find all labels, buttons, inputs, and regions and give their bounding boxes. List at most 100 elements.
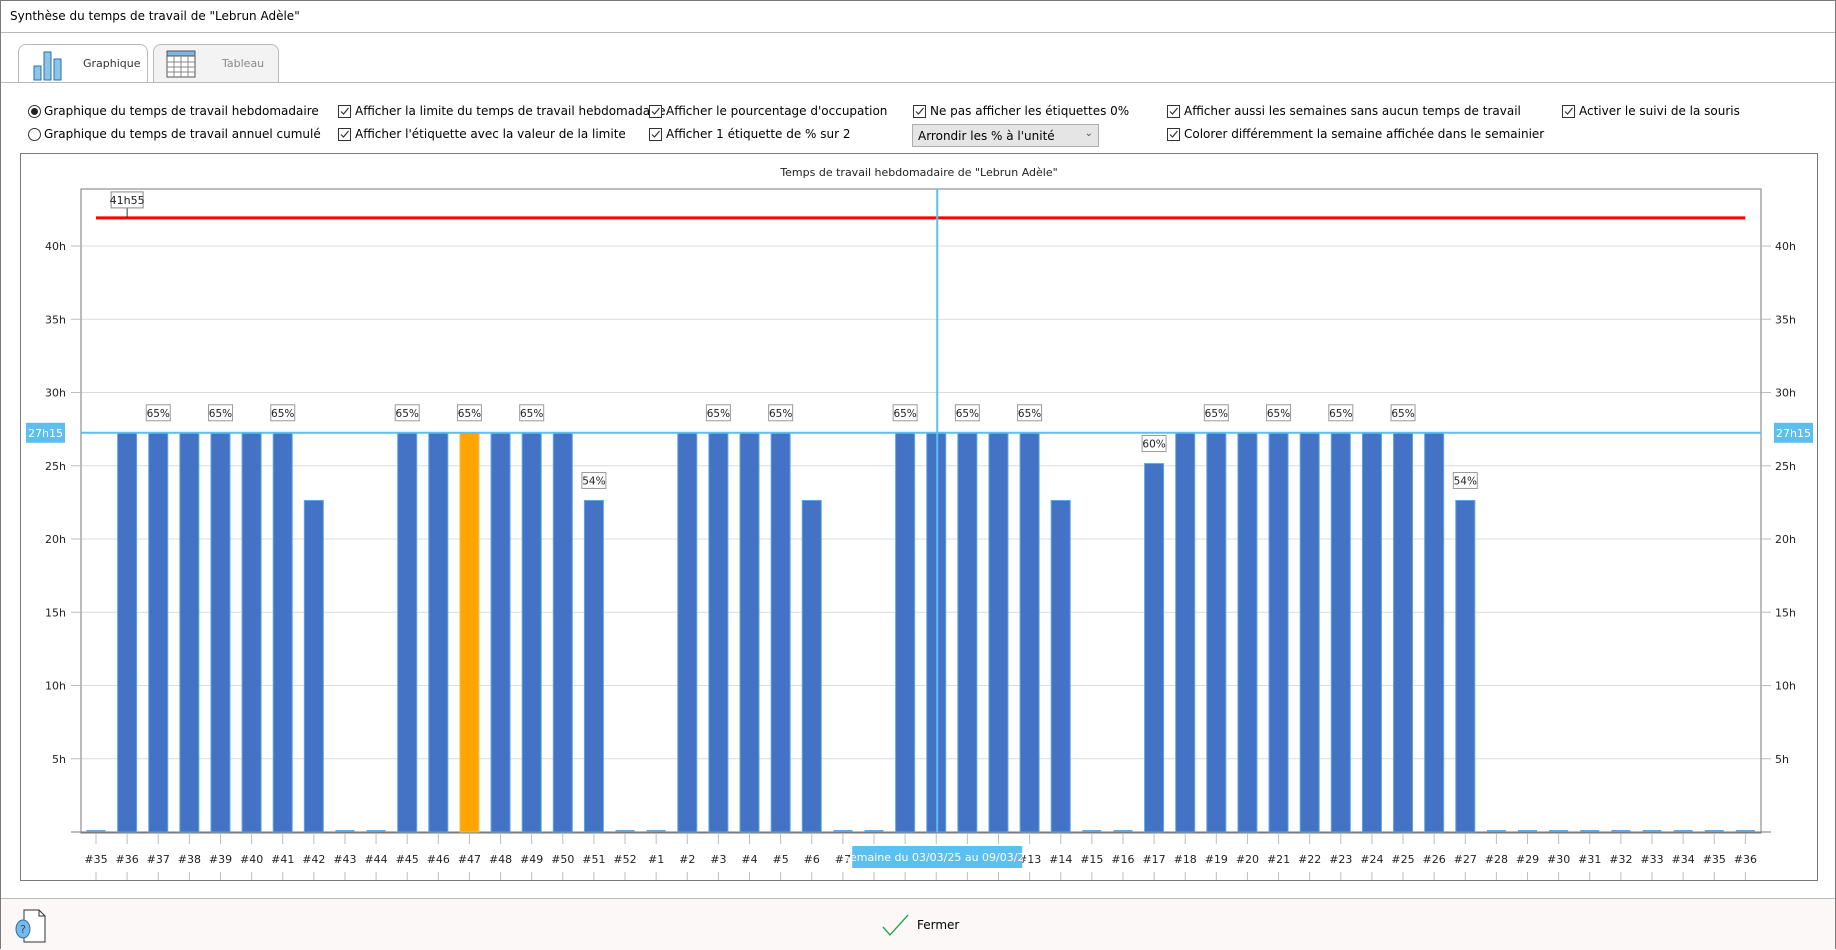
- checkbox-indicator[interactable]: [649, 127, 662, 141]
- x-tick-label: #32: [1609, 853, 1632, 866]
- bar-week-48: [490, 432, 511, 833]
- checkbox-indicator[interactable]: [338, 127, 351, 141]
- tab-strip: Graphique Tableau: [1, 33, 1835, 83]
- tab-divider: [1, 82, 1835, 83]
- bar-week-29: [1518, 830, 1538, 832]
- percent-label: 65%: [1329, 408, 1352, 420]
- help-document-icon: ?: [15, 909, 46, 943]
- checkbox-hide-zero-labels[interactable]: Ne pas afficher les étiquettes 0%: [913, 104, 1129, 118]
- bar-week-33: [1642, 830, 1662, 832]
- checkbox-hide-zero-labels-label: Ne pas afficher les étiquettes 0%: [930, 104, 1130, 118]
- x-tick-label: #24: [1360, 853, 1383, 866]
- checkbox-show-percentage[interactable]: Afficher le pourcentage d'occupation: [649, 104, 887, 118]
- percent-label: 65%: [1267, 408, 1290, 420]
- percent-label: 54%: [582, 475, 605, 487]
- checkbox-indicator[interactable]: [649, 104, 662, 118]
- tab-graphique[interactable]: Graphique: [18, 44, 148, 83]
- checkbox-indicator[interactable]: [913, 104, 926, 118]
- x-tick-label: #15: [1080, 853, 1103, 866]
- x-tick-label: #49: [520, 853, 543, 866]
- checkbox-color-current-week[interactable]: Colorer différemment la semaine affichée…: [1167, 127, 1544, 141]
- bar-week-8: [864, 830, 884, 832]
- checkbox-one-label-of-two-label: Afficher 1 étiquette de % sur 2: [666, 127, 851, 141]
- x-tick-label: #37: [147, 853, 170, 866]
- bar-week-6: [801, 499, 822, 833]
- bar-week-35: [86, 830, 106, 832]
- weekly-work-time-chart[interactable]: Temps de travail hebdomadaire de "Lebrun…: [21, 154, 1817, 882]
- help-button[interactable]: ?: [15, 908, 47, 944]
- bar-week-35: [1704, 830, 1724, 832]
- checkbox-show-limit-label-value[interactable]: Afficher l'étiquette avec la valeur de l…: [338, 127, 626, 141]
- x-tick-label: #47: [458, 853, 481, 866]
- chart-panel[interactable]: Temps de travail hebdomadaire de "Lebrun…: [20, 153, 1818, 882]
- bar-week-37: [148, 432, 169, 833]
- x-tick-label: #38: [178, 853, 201, 866]
- bar-week-5: [770, 432, 791, 833]
- bar-week-41: [272, 432, 293, 833]
- y-tick-label-right: 20h: [1775, 533, 1796, 546]
- percent-label: 65%: [893, 408, 916, 420]
- title-bar: Synthèse du temps de travail de "Lebrun …: [1, 1, 1835, 33]
- x-tick-label: #46: [427, 853, 450, 866]
- radio-indicator[interactable]: [28, 104, 41, 118]
- y-tick-label-right: 30h: [1775, 387, 1796, 400]
- rounding-select-value: Arrondir les % à l'unité: [918, 129, 1055, 143]
- bar-week-25: [1393, 432, 1414, 833]
- checkbox-indicator[interactable]: [1562, 104, 1575, 118]
- checkbox-one-label-of-two[interactable]: Afficher 1 étiquette de % sur 2: [649, 127, 851, 141]
- x-tick-label: #43: [333, 853, 356, 866]
- x-tick-label: #25: [1391, 853, 1414, 866]
- x-tick-label: #18: [1174, 853, 1197, 866]
- x-tick-label: #5: [773, 853, 789, 866]
- y-tick-label-right: 5h: [1775, 753, 1789, 766]
- checkbox-show-empty-weeks[interactable]: Afficher aussi les semaines sans aucun t…: [1167, 104, 1521, 118]
- bar-week-43: [335, 830, 355, 832]
- close-button[interactable]: Fermer: [881, 911, 959, 939]
- checkbox-indicator[interactable]: [338, 104, 351, 118]
- x-tick-label: #28: [1485, 853, 1508, 866]
- x-tick-label: #17: [1142, 853, 1165, 866]
- bar-week-30: [1549, 830, 1569, 832]
- bar-week-17: [1144, 463, 1165, 833]
- radio-indicator[interactable]: [28, 127, 41, 141]
- percent-label: 60%: [1142, 439, 1165, 451]
- window-title: Synthèse du temps de travail de "Lebrun …: [10, 9, 300, 23]
- close-button-label: Fermer: [917, 918, 960, 932]
- x-tick-label: #44: [364, 853, 387, 866]
- x-tick-label: #22: [1298, 853, 1321, 866]
- checkbox-indicator[interactable]: [1167, 104, 1180, 118]
- x-tick-label: #52: [613, 853, 636, 866]
- checkbox-indicator[interactable]: [1167, 127, 1180, 141]
- x-tick-label: #51: [582, 853, 605, 866]
- x-tick-label: #33: [1640, 853, 1663, 866]
- x-tick-label: #2: [679, 853, 695, 866]
- y-tick-label: 35h: [45, 313, 66, 326]
- x-tick-label: #30: [1547, 853, 1570, 866]
- radio-cumulative-chart[interactable]: Graphique du temps de travail annuel cum…: [28, 127, 321, 141]
- rounding-select[interactable]: Arrondir les % à l'unité ⌄: [912, 124, 1099, 147]
- tab-tableau[interactable]: Tableau: [153, 44, 279, 83]
- bar-week-47: [459, 432, 480, 833]
- checkbox-color-current-week-label: Colorer différemment la semaine affichée…: [1184, 127, 1545, 141]
- bar-week-18: [1175, 432, 1196, 833]
- x-tick-label: #21: [1267, 853, 1290, 866]
- x-tick-label: #45: [396, 853, 419, 866]
- y-tick-label: 5h: [52, 753, 66, 766]
- bar-week-32: [1611, 830, 1631, 832]
- percent-label: 65%: [209, 408, 232, 420]
- radio-weekly-chart[interactable]: Graphique du temps de travail hebdomadai…: [28, 104, 319, 118]
- percent-label: 65%: [769, 408, 792, 420]
- percent-label: 65%: [520, 408, 543, 420]
- checkbox-mouse-tracking[interactable]: Activer le suivi de la souris: [1562, 104, 1740, 118]
- bar-week-44: [366, 830, 386, 832]
- x-tick-label: #31: [1578, 853, 1601, 866]
- bar-week-27: [1455, 499, 1476, 833]
- chart-title: Temps de travail hebdomadaire de "Lebrun…: [779, 166, 1057, 179]
- percent-label: 65%: [1391, 408, 1414, 420]
- bar-week-13: [1019, 432, 1040, 833]
- checkbox-show-limit[interactable]: Afficher la limite du temps de travail h…: [338, 104, 665, 118]
- x-tick-label: #34: [1672, 853, 1695, 866]
- bar-week-38: [179, 432, 200, 833]
- bars: [86, 432, 1755, 833]
- percent-label: 65%: [1018, 408, 1041, 420]
